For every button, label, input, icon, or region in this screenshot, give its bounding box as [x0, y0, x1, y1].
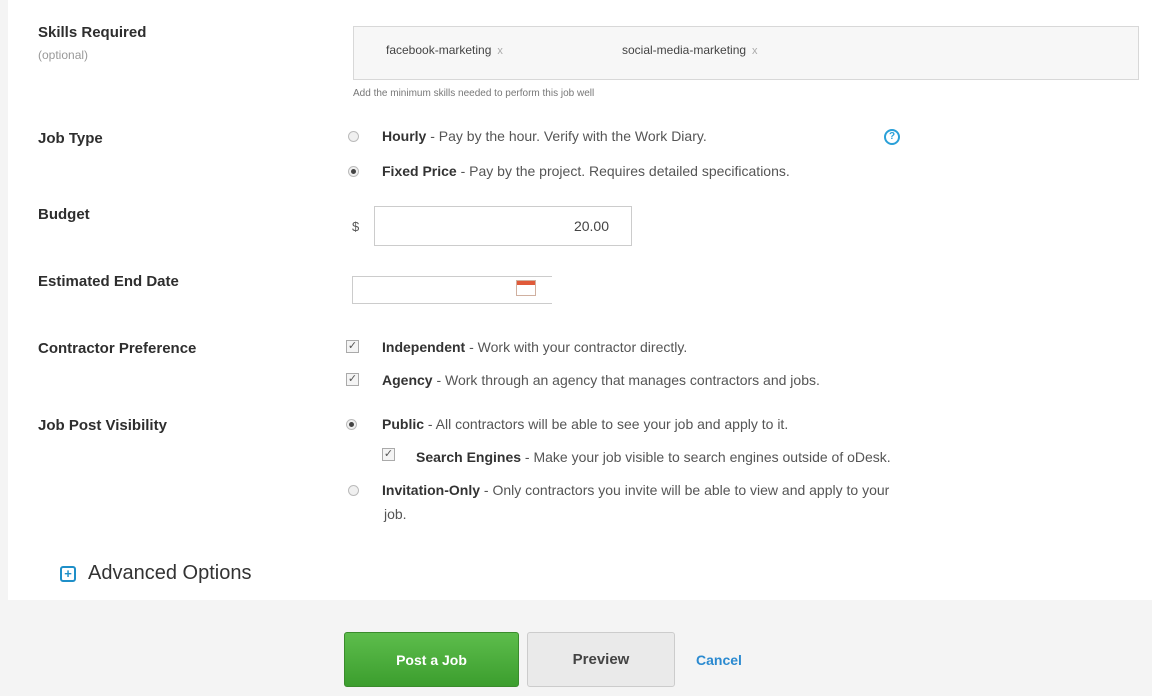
job-form-panel: Skills Required (optional) facebook-mark… — [8, 0, 1152, 600]
invitation-desc: - Only contractors you invite will be ab… — [480, 482, 890, 498]
hourly-desc: - Pay by the hour. Verify with the Work … — [426, 128, 707, 144]
plus-icon[interactable]: + — [60, 566, 76, 582]
visibility-label: Job Post Visibility — [38, 417, 167, 434]
fixed-price-desc: - Pay by the project. Requires detailed … — [456, 163, 790, 179]
invitation-title: Invitation-Only — [382, 482, 480, 498]
invitation-radio[interactable] — [348, 485, 359, 496]
job-type-label: Job Type — [38, 130, 103, 147]
budget-input[interactable] — [374, 206, 632, 246]
fixed-price-radio[interactable] — [348, 166, 359, 177]
agency-checkbox[interactable]: ✓ — [346, 373, 359, 386]
fixed-price-title: Fixed Price — [382, 163, 457, 179]
skills-label: Skills Required — [38, 24, 147, 41]
currency-symbol: $ — [352, 219, 360, 234]
skill-tag: facebook-marketing x — [386, 43, 503, 57]
skills-input[interactable]: facebook-marketing x social-media-marketi… — [353, 26, 1139, 80]
agency-option[interactable]: Agency - Work through an agency that man… — [382, 372, 820, 388]
skill-tag-label: facebook-marketing — [386, 43, 492, 57]
budget-label: Budget — [38, 206, 90, 223]
invitation-desc-continued: job. — [384, 506, 407, 522]
search-engines-option[interactable]: Search Engines - Make your job visible t… — [416, 449, 891, 465]
public-radio[interactable] — [346, 419, 357, 430]
invitation-option[interactable]: Invitation-Only - Only contractors you i… — [382, 482, 889, 498]
skill-tag-label: social-media-marketing — [622, 43, 747, 57]
hourly-radio[interactable] — [348, 131, 359, 142]
post-job-button[interactable]: Post a Job — [344, 632, 519, 687]
contractor-preference-label: Contractor Preference — [38, 340, 197, 357]
advanced-options-toggle[interactable]: Advanced Options — [88, 562, 251, 585]
remove-tag-icon[interactable]: x — [497, 45, 503, 57]
calendar-icon[interactable] — [516, 280, 536, 296]
end-date-label: Estimated End Date — [38, 273, 179, 290]
independent-checkbox[interactable]: ✓ — [346, 340, 359, 353]
public-title: Public — [382, 416, 425, 432]
search-engines-checkbox[interactable]: ✓ — [382, 448, 395, 461]
skills-optional-label: (optional) — [38, 48, 89, 62]
search-engines-desc: - Make your job visible to search engine… — [521, 449, 891, 465]
preview-button[interactable]: Preview — [527, 632, 675, 687]
agency-title: Agency — [382, 372, 433, 388]
independent-title: Independent — [382, 339, 466, 355]
hourly-option[interactable]: Hourly - Pay by the hour. Verify with th… — [382, 128, 707, 144]
skill-tag: social-media-marketing x — [622, 43, 758, 57]
public-option[interactable]: Public - All contractors will be able to… — [382, 416, 788, 432]
remove-tag-icon[interactable]: x — [752, 45, 758, 57]
independent-option[interactable]: Independent - Work with your contractor … — [382, 339, 687, 355]
agency-desc: - Work through an agency that manages co… — [432, 372, 820, 388]
help-icon[interactable]: ? — [884, 129, 900, 145]
cancel-link[interactable]: Cancel — [696, 652, 742, 668]
skills-hint: Add the minimum skills needed to perform… — [353, 88, 595, 99]
independent-desc: - Work with your contractor directly. — [465, 339, 688, 355]
fixed-price-option[interactable]: Fixed Price - Pay by the project. Requir… — [382, 163, 790, 179]
public-desc: - All contractors will be able to see yo… — [424, 416, 789, 432]
search-engines-title: Search Engines — [416, 449, 522, 465]
hourly-title: Hourly — [382, 128, 427, 144]
